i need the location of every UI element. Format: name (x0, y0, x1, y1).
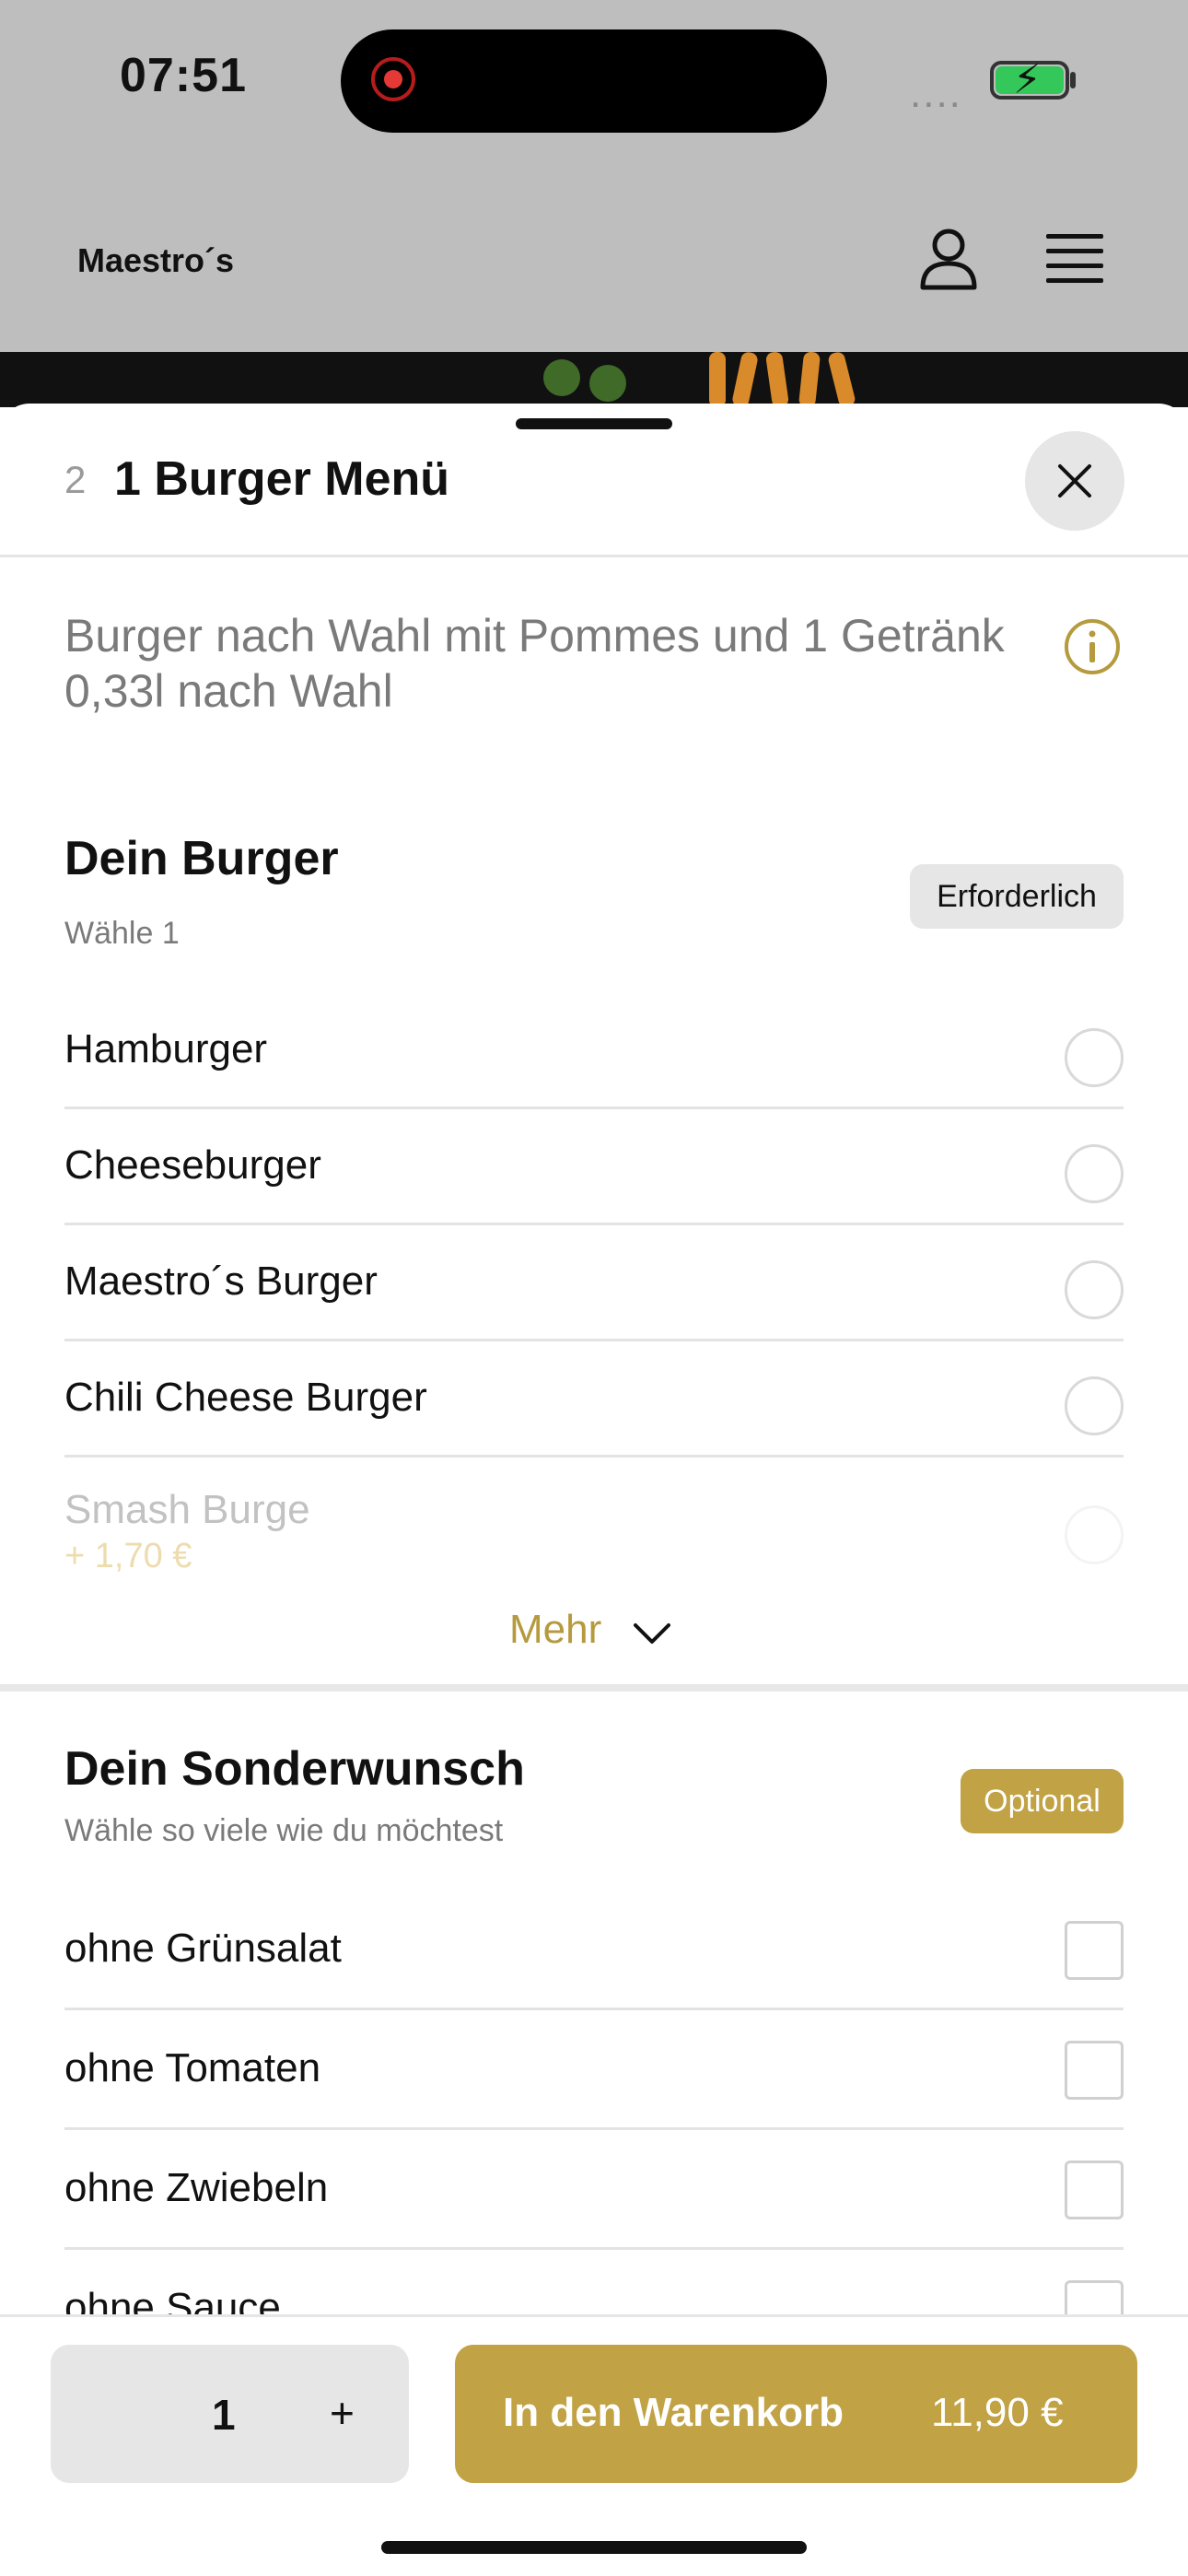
checkbox[interactable] (1065, 2160, 1124, 2219)
checkbox[interactable] (1065, 2041, 1124, 2100)
product-description: Burger nach Wahl mit Pommes und 1 Geträn… (64, 610, 1005, 717)
required-badge: Erforderlich (910, 864, 1124, 929)
product-title: 1 Burger Menü (114, 452, 450, 506)
extras-section-title: Dein Sonderwunsch (64, 1742, 525, 1796)
option-label: ohne Grünsalat (64, 1926, 342, 1971)
herb-garnish (543, 359, 580, 396)
optional-badge: Optional (961, 1769, 1124, 1833)
menu-line (1046, 234, 1103, 239)
menu-line (1046, 249, 1103, 253)
fry-shape (730, 352, 760, 407)
extra-option-row[interactable]: ohne Grünsalat (64, 1891, 1124, 2010)
burger-option-row[interactable]: Cheeseburger (64, 1109, 1124, 1225)
hamburger-menu-icon[interactable] (1046, 234, 1103, 284)
burger-option-row[interactable]: Maestro´s Burger (64, 1225, 1124, 1341)
radio-button[interactable] (1065, 1144, 1124, 1203)
checkbox[interactable] (1065, 1921, 1124, 1980)
burger-option-row[interactable]: Hamburger (64, 993, 1124, 1109)
fry-shape (709, 352, 726, 407)
burger-option-row[interactable]: Chili Cheese Burger (64, 1341, 1124, 1458)
herb-garnish (589, 365, 626, 402)
section-divider (0, 1684, 1188, 1692)
chevron-down-icon[interactable] (632, 1614, 672, 1651)
total-price: 11,90 € (931, 2390, 1064, 2435)
option-label: ohne Zwiebeln (64, 2165, 329, 2210)
sheet-grabber[interactable] (516, 418, 672, 429)
fry-shape (827, 352, 856, 407)
extra-option-row[interactable]: ohne Zwiebeln (64, 2130, 1124, 2250)
close-button[interactable] (1025, 431, 1124, 531)
radio-button[interactable] (1065, 1028, 1124, 1087)
option-label: Cheeseburger (64, 1142, 321, 1188)
hero-food-image (0, 352, 1188, 407)
fry-shape (798, 352, 821, 407)
charging-bolt-icon: ⚡ (1013, 57, 1042, 102)
quantity-value: 1 (212, 2391, 236, 2439)
add-to-cart-label: In den Warenkorb (503, 2390, 844, 2435)
user-icon[interactable] (919, 225, 978, 291)
header-divider (0, 555, 1188, 557)
faded-radio-button[interactable] (1065, 1505, 1124, 1564)
burger-section-title: Dein Burger (64, 832, 339, 885)
increment-button[interactable]: + (330, 2388, 355, 2438)
burger-section-subtitle: Wähle 1 (64, 916, 180, 951)
option-label: Hamburger (64, 1026, 268, 1071)
radio-button[interactable] (1065, 1260, 1124, 1319)
screen-recording-icon (371, 57, 415, 101)
option-label: Maestro´s Burger (64, 1259, 378, 1304)
brand-name[interactable]: Maestro´s (77, 241, 234, 280)
faded-option-label[interactable]: Smash Burge (64, 1487, 310, 1533)
extras-section-subtitle: Wähle so viele wie du möchtest (64, 1813, 504, 1848)
menu-line (1046, 278, 1103, 283)
option-label: Chili Cheese Burger (64, 1375, 427, 1420)
menu-line (1046, 263, 1103, 268)
show-more-button[interactable]: Mehr (509, 1607, 601, 1653)
info-icon[interactable] (1063, 617, 1122, 676)
cellular-signal-icon: .... (910, 71, 962, 116)
extra-option-row[interactable]: ohne Tomaten (64, 2010, 1124, 2130)
faded-option-price: + 1,70 € (64, 1537, 192, 1575)
step-number: 2 (64, 458, 87, 501)
status-time: 07:51 (120, 49, 247, 102)
fry-shape (764, 352, 790, 407)
close-icon (1058, 464, 1091, 498)
option-label: ohne Tomaten (64, 2045, 321, 2090)
home-indicator[interactable] (381, 2541, 807, 2554)
battery-terminal (1070, 72, 1076, 88)
radio-button[interactable] (1065, 1376, 1124, 1435)
